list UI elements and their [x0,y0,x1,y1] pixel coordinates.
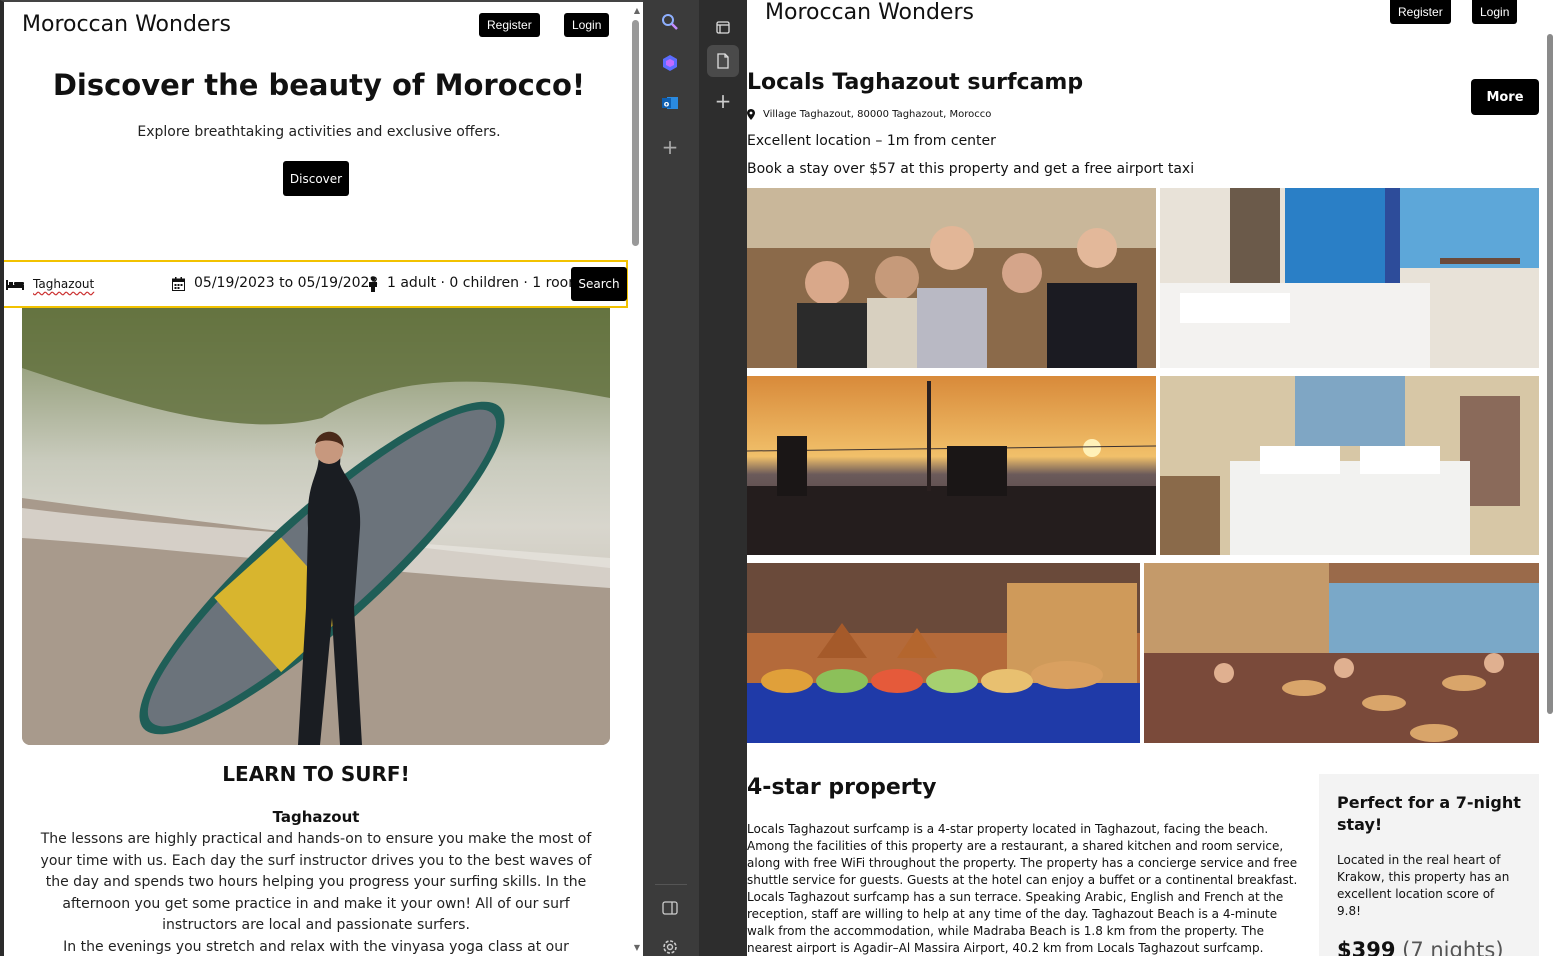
bed-icon [6,280,24,290]
section-title: LEARN TO SURF! [222,762,410,786]
login-button[interactable]: Login [1472,0,1518,24]
page-icon[interactable] [707,45,739,77]
scroll-up-arrow[interactable]: ▲ [634,6,640,15]
gallery-photo-buffet[interactable] [747,563,1140,743]
scrollbar-thumb[interactable] [1547,34,1553,714]
description-paragraph: The lessons are highly practical and han… [40,831,592,934]
vertical-tab-strip: + [699,0,747,956]
search-button[interactable]: Search [571,267,627,301]
settings-icon[interactable] [659,936,681,958]
card-price: $399 (7 nights) [1337,938,1521,956]
gallery-photo-sunset[interactable] [747,376,1156,555]
search-bar: Taghazout 05/19/2023 to 05/19/2023 1 adu… [4,260,628,308]
site-brand[interactable]: Moroccan Wonders [22,12,231,37]
scroll-down-arrow[interactable]: ▼ [634,943,640,952]
property-description: Locals Taghazout surfcamp is a 4-star pr… [747,822,1298,955]
gallery-photo-group[interactable] [747,188,1156,368]
section-title: 4-star property [747,775,937,800]
location-input[interactable]: Taghazout [33,277,94,291]
gallery-photo-bedroom[interactable] [1160,376,1539,555]
search-icon[interactable] [659,11,681,33]
price-value: $399 [1337,938,1396,956]
card-title: Perfect for a 7-night stay! [1337,793,1521,834]
left-browser-pane: Moroccan Wonders Register Login Discover… [0,0,643,956]
site-brand[interactable]: Moroccan Wonders [765,0,974,25]
add-icon[interactable]: + [659,135,681,159]
address-text: Village Taghazout, 80000 Taghazout, Moro… [763,109,992,120]
login-button[interactable]: Login [564,13,610,37]
person-icon [369,276,377,292]
copilot-icon[interactable] [659,52,681,74]
surfer-photo [22,308,610,745]
tab-actions-icon[interactable] [707,11,739,43]
outlook-icon[interactable]: o [659,92,681,114]
map-pin-icon [747,109,755,120]
hero-title: Discover the beauty of Morocco! [52,68,586,102]
sidebar-divider [655,884,687,885]
gallery-photo-terrace[interactable] [1144,563,1539,743]
discover-button[interactable]: Discover [283,161,349,196]
panel-icon[interactable] [659,897,681,919]
site-header: Moroccan Wonders Register Login [22,12,612,42]
more-button[interactable]: More [1471,79,1539,115]
card-text: Located in the real heart of Krakow, thi… [1337,853,1510,918]
scrollbar-thumb[interactable] [632,20,639,246]
right-browser-pane: Moroccan Wonders Register Login Locals T… [747,0,1557,956]
place-name: Taghazout [272,808,360,826]
description-paragraph-2: In the evenings you stretch and relax wi… [63,938,569,955]
hero-subtitle: Explore breathtaking activities and excl… [137,124,501,140]
price-nights: (7 nights) [1402,938,1504,956]
calendar-icon [172,277,185,291]
property-title: Locals Taghazout surfcamp [747,70,1084,95]
new-tab-icon[interactable]: + [707,85,739,117]
register-button[interactable]: Register [479,13,540,37]
browser-sidebar: o + [643,0,699,956]
register-button[interactable]: Register [1390,0,1451,24]
gallery-photo-room[interactable] [1160,188,1539,368]
guests-input[interactable]: 1 adult · 0 children · 1 room [387,275,582,291]
dates-input[interactable]: 05/19/2023 to 05/19/2023 [194,275,378,291]
svg-text:o: o [664,100,670,109]
location-note: Excellent location – 1m from center [747,133,996,149]
property-address: Village Taghazout, 80000 Taghazout, Moro… [747,109,991,120]
stay-card: Perfect for a 7-night stay! Located in t… [1319,774,1539,956]
offer-text: Book a stay over $57 at this property an… [747,161,1195,177]
section-description: The lessons are highly practical and han… [40,829,592,956]
